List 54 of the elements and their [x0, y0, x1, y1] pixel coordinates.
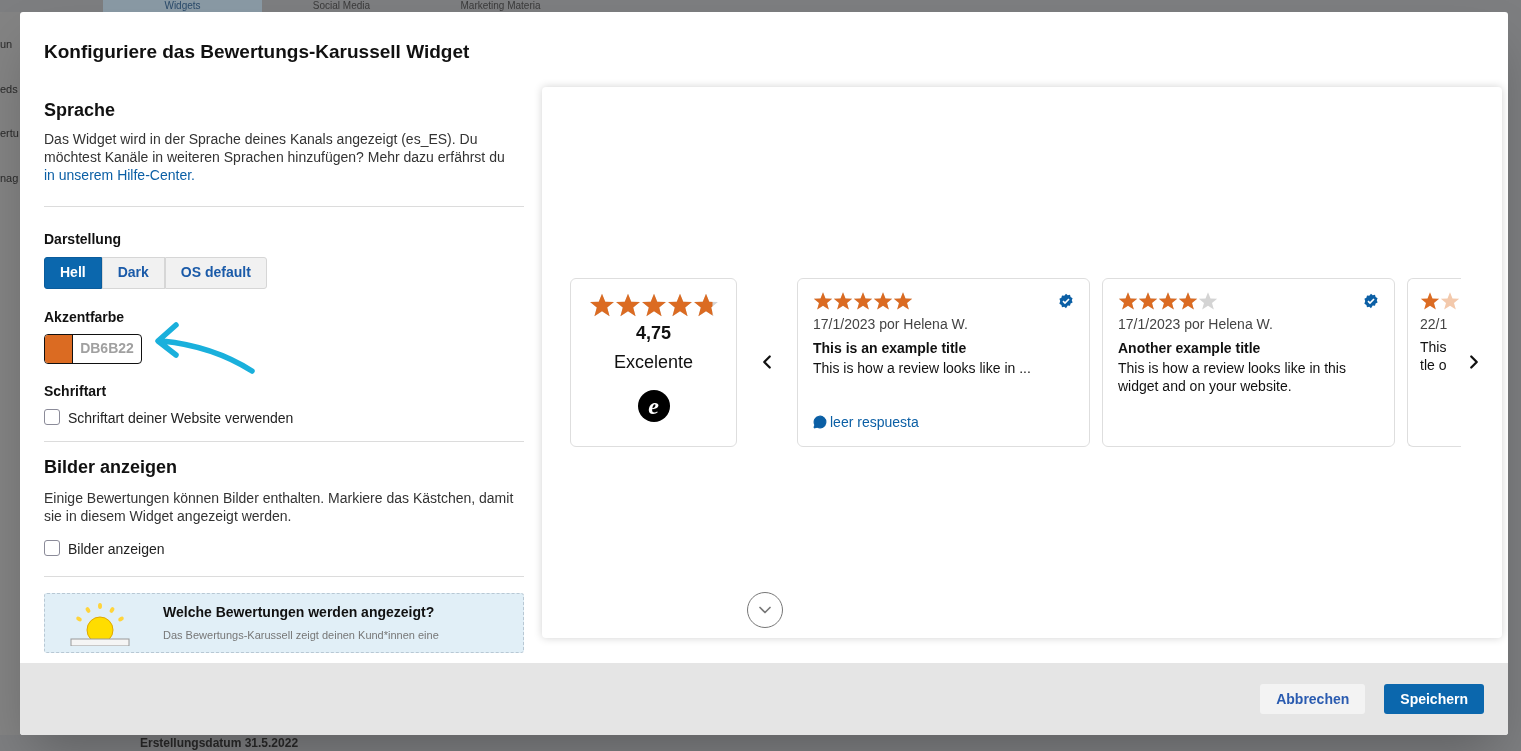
review-text: This tle o: [1420, 337, 1448, 374]
star-icon: [893, 290, 913, 311]
light-bulb-icon: [67, 601, 133, 646]
checkbox-label: Schriftart deiner Website verwenden: [68, 408, 294, 428]
verified-badge-icon: [1363, 292, 1379, 309]
background-text: Erstellungsdatum 31.5.2022: [140, 735, 300, 751]
reply-link[interactable]: leer respuesta: [813, 411, 1074, 433]
checkbox-label: Bilder anzeigen: [68, 539, 165, 559]
field-label: Darstellung: [44, 229, 122, 249]
checkbox[interactable]: [44, 539, 60, 556]
star-icon: [1198, 290, 1218, 311]
section-heading: Sprache: [44, 98, 117, 122]
review-meta: 17/1/2023 por Helena W.: [1118, 314, 1274, 334]
images-description: Einige Bewertungen können Bilder enthalten. Markiere das Kästchen, damit sie in diesem Widget angezeigt werden.: [44, 488, 515, 525]
review-title: Another example title: [1118, 338, 1262, 358]
star-icon: [1178, 290, 1198, 311]
verified-badge-icon: [1058, 292, 1074, 309]
star-icon: [813, 290, 833, 311]
dialog-title: Konfiguriere das Bewertungs-Karussell Widget: [43, 40, 471, 64]
help-center-link[interactable]: in unserem Hilfe-Center.: [44, 166, 195, 183]
review-title: This is an example title: [813, 338, 968, 358]
rating-score: 4,75: [635, 321, 671, 345]
color-value: DB6B22: [79, 339, 135, 358]
cancel-button[interactable]: Abbrechen: [1260, 684, 1366, 714]
review-text: This is how a review looks like in this widget and on your website.: [1118, 358, 1347, 395]
logo: e: [637, 389, 670, 422]
info-text: Das Bewertungs-Karussell zeigt deinen Kund*innen eine: [163, 627, 439, 643]
background-text: ertu: [0, 126, 20, 141]
section-heading: Bilder anzeigen: [44, 455, 179, 479]
save-button[interactable]: Speichern: [1384, 684, 1484, 714]
appearance-option[interactable]: Dark: [101, 256, 165, 289]
info-title: Welche Bewertungen werden angezeigt?: [163, 602, 436, 622]
background-text: eds: [0, 81, 19, 97]
background-text: nag: [0, 170, 20, 186]
speech-bubble-icon: [813, 415, 827, 429]
background-text: un: [0, 37, 14, 52]
review-text: This is how a review looks like in ...: [813, 358, 1032, 377]
field-label: Schriftart: [44, 381, 108, 401]
rating-label: Excelente: [613, 350, 694, 374]
checkbox[interactable]: [44, 408, 60, 425]
review-meta: 17/1/2023 por Helena W.: [813, 314, 969, 334]
star-icon: [873, 290, 893, 311]
language-description: Das Widget wird in der Sprache deines Kanals angezeigt (es_ES). Du möchtest Kanäle in weiteren Sprachen hinzufügen? Mehr dazu erfährst du in unserem Hilfe-Center.: [44, 129, 506, 184]
star-icon: [1138, 290, 1158, 311]
field-label: Akzentfarbe: [44, 307, 126, 327]
star-icon: [833, 290, 853, 311]
review-meta: 22/1: [1420, 314, 1449, 334]
cut-off-stars-drawing: [1420, 290, 1460, 311]
appearance-option[interactable]: OS default: [164, 256, 267, 289]
star-icon: [1118, 290, 1138, 311]
background-tab[interactable]: Widgets: [103, 0, 262, 12]
star-icon: [1158, 290, 1178, 311]
appearance-option[interactable]: Hell: [44, 256, 102, 289]
star-icon: [853, 290, 873, 311]
